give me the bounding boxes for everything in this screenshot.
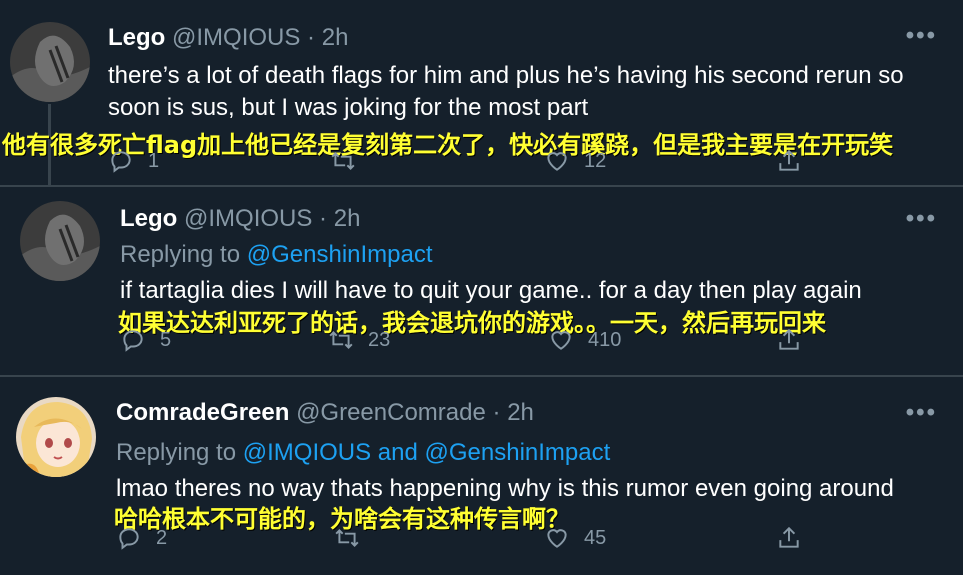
reply-count: 2	[156, 526, 168, 549]
tweet-text: there’s a lot of death flags for him and…	[108, 62, 904, 121]
tweet-actions: 2 45	[116, 525, 816, 555]
timestamp[interactable]: 2h	[322, 24, 349, 51]
replying-to: Replying to @GenshinImpact	[120, 241, 433, 269]
retweet-icon	[329, 331, 353, 349]
mention-link[interactable]: @GenshinImpact	[247, 241, 433, 268]
avatar[interactable]	[20, 201, 100, 281]
avatar[interactable]	[16, 397, 96, 477]
reply-icon	[119, 528, 139, 550]
like-count: 45	[584, 526, 607, 549]
replying-to-label: Replying to	[120, 241, 247, 268]
share-button[interactable]	[776, 525, 816, 551]
heart-icon	[547, 152, 567, 171]
more-options-icon[interactable]: •••	[906, 205, 937, 233]
mention-link[interactable]: @IMQIOUS and @GenshinImpact	[243, 439, 611, 466]
tweet-actions: 1 12	[108, 148, 868, 178]
more-options-icon[interactable]: •••	[906, 399, 937, 427]
tweet-actions: 5 23 410	[120, 327, 820, 357]
timestamp[interactable]: 2h	[507, 399, 534, 426]
replying-to-label: Replying to	[116, 439, 243, 466]
like-count: 410	[588, 328, 622, 351]
tweet-header: Lego @IMQIOUS · 2h	[108, 24, 348, 52]
heart-icon	[551, 331, 571, 350]
heart-icon	[547, 529, 567, 548]
share-icon	[779, 149, 799, 171]
share-icon	[779, 526, 799, 548]
dot-separator: ·	[307, 24, 316, 51]
retweet-icon	[331, 152, 355, 170]
like-button[interactable]: 45	[544, 525, 606, 551]
share-button[interactable]	[776, 327, 816, 353]
retweet-button[interactable]	[330, 148, 370, 174]
retweet-icon	[335, 529, 359, 547]
more-options-icon[interactable]: •••	[906, 22, 937, 50]
dot-separator: ·	[319, 205, 328, 232]
author-name[interactable]: Lego	[108, 24, 165, 51]
tweet-header: ComradeGreen @GreenComrade · 2h	[116, 399, 534, 427]
retweet-button[interactable]	[334, 525, 374, 551]
author-name[interactable]: ComradeGreen	[116, 399, 289, 426]
author-handle[interactable]: @GreenComrade	[296, 399, 486, 426]
like-count: 12	[584, 149, 607, 172]
author-handle[interactable]: @IMQIOUS	[172, 24, 300, 51]
share-icon	[779, 328, 799, 350]
author-handle[interactable]: @IMQIOUS	[184, 205, 312, 232]
reply-count: 1	[148, 149, 160, 172]
retweet-count: 23	[368, 328, 391, 351]
tweet-3[interactable]: ComradeGreen @GreenComrade · 2h ••• Repl…	[0, 377, 963, 575]
reply-button[interactable]: 2	[116, 525, 167, 551]
share-button[interactable]	[776, 148, 816, 174]
reply-icon	[111, 151, 131, 173]
timestamp[interactable]: 2h	[334, 205, 361, 232]
tweet-header: Lego @IMQIOUS · 2h	[120, 205, 360, 233]
like-button[interactable]: 410	[548, 327, 621, 353]
avatar[interactable]	[10, 22, 90, 102]
reply-button[interactable]: 1	[108, 148, 159, 174]
tweet-2[interactable]: Lego @IMQIOUS · 2h ••• Replying to @Gens…	[0, 187, 963, 375]
tweet-1[interactable]: Lego @IMQIOUS · 2h ••• there’s a lot of …	[0, 0, 963, 185]
reply-icon	[123, 330, 143, 352]
like-button[interactable]: 12	[544, 148, 606, 174]
author-name[interactable]: Lego	[120, 205, 177, 232]
replying-to: Replying to @IMQIOUS and @GenshinImpact	[116, 439, 610, 467]
reply-button[interactable]: 5	[120, 327, 171, 353]
reply-count: 5	[160, 328, 172, 351]
retweet-button[interactable]: 23	[328, 327, 390, 353]
dot-separator: ·	[492, 399, 501, 426]
